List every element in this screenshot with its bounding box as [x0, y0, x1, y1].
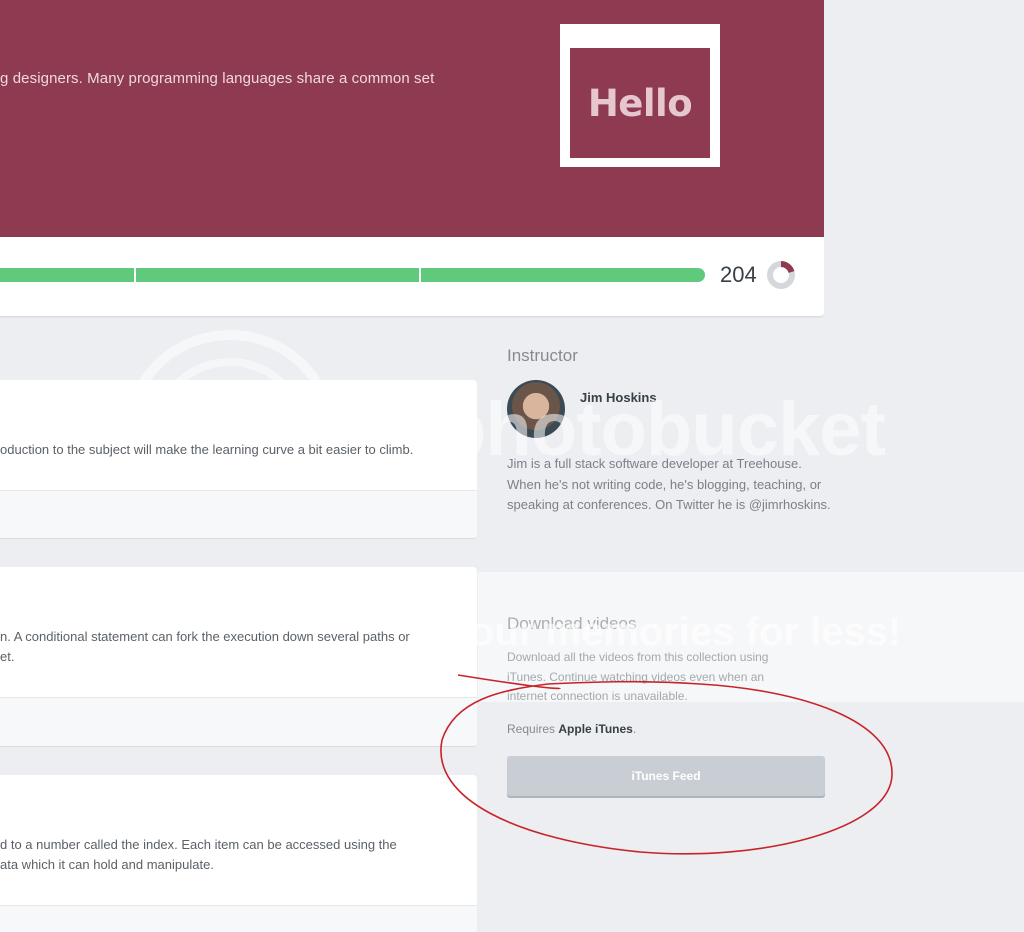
apple-itunes-link[interactable]: Apple iTunes [558, 722, 632, 736]
stage-description: ata which it can hold and manipulate. [0, 857, 214, 872]
stage-footer[interactable] [0, 905, 477, 932]
points-ring-icon [767, 261, 795, 289]
stage-card[interactable]: n. A conditional statement can fork the … [0, 567, 477, 747]
download-description: Download all the videos from this collec… [507, 650, 769, 703]
watermark-text: photobucket [440, 387, 886, 472]
progress-divider [419, 268, 421, 282]
stage-description: et. [0, 649, 15, 664]
watermark-tagline: our memories for less! [470, 610, 902, 654]
stage-footer[interactable] [0, 490, 477, 538]
course-progress-bar [0, 268, 705, 282]
instructor-heading: Instructor [507, 346, 578, 365]
progress-divider [134, 268, 136, 282]
points-count: 204 [720, 262, 757, 287]
stage-card[interactable]: oduction to the subject will make the le… [0, 380, 477, 539]
course-badge-text: Hello [587, 81, 693, 125]
itunes-feed-button[interactable]: iTunes Feed [507, 756, 825, 796]
stage-footer[interactable] [0, 697, 477, 746]
course-hero-card: g designers. Many programming languages … [0, 0, 824, 317]
course-banner: g designers. Many programming languages … [0, 0, 824, 237]
stage-card[interactable]: d to a number called the index. Each ite… [0, 775, 477, 932]
requires-note: Requires Apple iTunes. [507, 722, 637, 736]
stage-description: d to a number called the index. Each ite… [0, 837, 397, 852]
stage-description: oduction to the subject will make the le… [0, 442, 414, 457]
course-badge: Hello [560, 24, 720, 167]
stage-description: n. A conditional statement can fork the … [0, 629, 410, 644]
course-description: g designers. Many programming languages … [0, 70, 435, 87]
